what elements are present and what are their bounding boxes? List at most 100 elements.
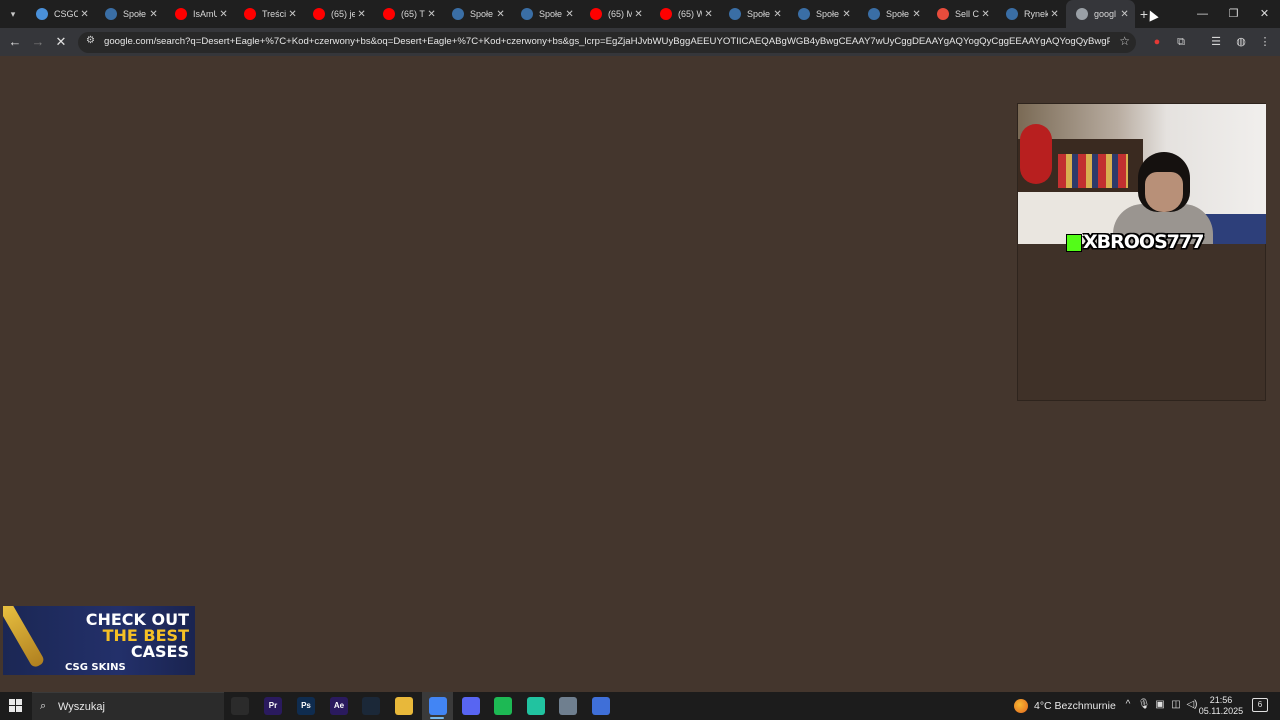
youtube-icon (313, 8, 325, 20)
bookmark-star-icon[interactable]: ☆ (1119, 34, 1130, 48)
extension-icon[interactable]: ● (1148, 33, 1166, 51)
tab[interactable]: Społe ✕ (788, 0, 857, 28)
tab-title: (65) M (608, 9, 633, 19)
tab-title: IsAmU (193, 9, 218, 19)
tab[interactable]: Społe ✕ (511, 0, 580, 28)
active-app-indicator (430, 717, 444, 719)
extensions-puzzle-icon[interactable]: ⧉ (1172, 33, 1190, 51)
youtube-icon (383, 8, 395, 20)
tab-close-icon[interactable]: ✕ (771, 9, 784, 20)
forward-button[interactable]: → (29, 33, 47, 51)
url-text[interactable]: google.com/search?q=Desert+Eagle+%7C+Kod… (104, 36, 1110, 47)
tab-close-icon[interactable]: ✕ (494, 9, 507, 20)
tab-title: Społe (816, 9, 840, 19)
market-icon (937, 8, 949, 20)
microphone-icon[interactable]: 🎙︎ (1137, 699, 1151, 710)
csgoskins-ad[interactable]: CHECK OUT THE BEST CASES CSG SKINS (3, 606, 195, 675)
tab[interactable]: Społe ✕ (95, 0, 164, 28)
tab[interactable]: Społe ✕ (442, 0, 511, 28)
ad-brand: CSG SKINS (65, 662, 126, 673)
tab-close-icon[interactable]: ✕ (979, 9, 992, 20)
webcam-overlay: XBROOS777 (1017, 103, 1266, 401)
tab[interactable]: CSGO ✕ (26, 0, 95, 28)
tab-close-icon[interactable]: ✕ (425, 9, 438, 20)
browser-toolbar: ← → ✕ ⚙ google.com/search?q=Desert+Eagle… (0, 28, 1280, 56)
back-button[interactable]: ← (6, 33, 24, 51)
tab-title: Społe (470, 9, 494, 19)
steam-icon (452, 8, 464, 20)
tab-close-icon[interactable]: ✕ (78, 9, 91, 20)
premiere-pro-icon[interactable]: Pr (264, 697, 282, 715)
tab-close-icon[interactable]: ✕ (632, 9, 645, 20)
tab-title: CSGO (54, 9, 79, 19)
file-explorer-icon[interactable] (395, 697, 413, 715)
streamer-face (1145, 172, 1183, 212)
tab-strip: ▾ CSGO ✕ Społe ✕ IsAmU ✕ Treści ✕ (65) je ✕ (65) T… (0, 0, 1280, 28)
tab[interactable]: (65) TI ✕ (373, 0, 442, 28)
discord-icon[interactable] (462, 697, 480, 715)
steam-icon (798, 8, 810, 20)
tab-close-icon[interactable]: ✕ (702, 9, 715, 20)
app-icon[interactable] (559, 697, 577, 715)
tab[interactable]: (65) W ✕ (650, 0, 719, 28)
network-icon[interactable]: ◫ (1169, 699, 1183, 710)
obs-icon[interactable] (527, 697, 545, 715)
chrome-icon[interactable] (429, 697, 447, 715)
tab-title: googl (1094, 9, 1117, 19)
globe-icon (36, 8, 48, 20)
tab-close-icon[interactable]: ✕ (1048, 9, 1061, 20)
spotify-icon[interactable] (494, 697, 512, 715)
minimize-button[interactable]: — (1187, 0, 1218, 28)
after-effects-icon[interactable]: Ae (330, 697, 348, 715)
weather-text[interactable]: 4°C Bezchmurnie (1034, 700, 1116, 712)
tab-close-icon[interactable]: ✕ (217, 9, 230, 20)
tab[interactable]: Rynek ✕ (996, 0, 1065, 28)
stop-button[interactable]: ✕ (52, 33, 70, 51)
task-view-icon[interactable] (231, 697, 249, 715)
tab[interactable]: Sell C ✕ (927, 0, 996, 28)
camera-icon[interactable]: ▣ (1153, 699, 1167, 710)
tab-close-icon[interactable]: ✕ (840, 9, 853, 20)
collectible-figures (1058, 154, 1128, 188)
tab-close-icon[interactable]: ✕ (910, 9, 923, 20)
tab-close-icon[interactable]: ✕ (147, 9, 160, 20)
tab[interactable]: googl ✕ (1066, 0, 1135, 28)
photoshop-icon[interactable]: Ps (297, 697, 315, 715)
tab-title: (65) TI (401, 9, 426, 19)
tab[interactable]: Społe ✕ (858, 0, 927, 28)
page-content: XBROOS777 CHECK OUT THE BEST CASES CSG S… (0, 56, 1280, 692)
steam-icon (1006, 8, 1018, 20)
chevron-down-icon: ▾ (10, 8, 16, 19)
tab[interactable]: IsAmU ✕ (165, 0, 234, 28)
tab[interactable]: (65) M ✕ (580, 0, 649, 28)
profile-icon[interactable]: ◍ (1232, 33, 1250, 51)
weather-icon[interactable] (1014, 699, 1028, 713)
media-control-icon[interactable]: ☰ (1207, 33, 1225, 51)
tab-close-icon[interactable]: ✕ (563, 9, 576, 20)
tab-search-button[interactable]: ▾ (4, 5, 22, 23)
steam-icon (729, 8, 741, 20)
tab[interactable]: Społe ✕ (719, 0, 788, 28)
tab-title: Społe (886, 9, 910, 19)
chevron-up-icon[interactable]: ^ (1121, 699, 1135, 710)
taskbar-search[interactable]: ⌕ Wyszukaj (32, 692, 224, 720)
restore-button[interactable]: ❐ (1218, 0, 1249, 28)
address-bar[interactable]: ⚙ google.com/search?q=Desert+Eagle+%7C+K… (78, 32, 1136, 53)
youtube-icon (244, 8, 256, 20)
tab[interactable]: (65) je ✕ (303, 0, 372, 28)
steam-icon (521, 8, 533, 20)
tab-close-icon[interactable]: ✕ (355, 9, 368, 20)
tab-close-icon[interactable]: ✕ (286, 9, 299, 20)
menu-icon[interactable]: ⋮ (1256, 33, 1274, 51)
windows-start-icon[interactable] (9, 699, 22, 712)
notification-center-icon[interactable]: 6 (1252, 698, 1268, 712)
calculator-icon[interactable] (592, 697, 610, 715)
steam-icon[interactable] (362, 697, 380, 715)
tab-close-icon[interactable]: ✕ (1118, 9, 1131, 20)
clock[interactable]: 21:56 05.11.2025 (1196, 695, 1246, 717)
tab[interactable]: Treści ✕ (234, 0, 303, 28)
tab-title: Treści (262, 9, 287, 19)
close-window-button[interactable]: ✕ (1249, 0, 1280, 28)
search-icon: ⌕ (40, 700, 47, 712)
site-info-icon[interactable]: ⚙ (86, 35, 95, 46)
